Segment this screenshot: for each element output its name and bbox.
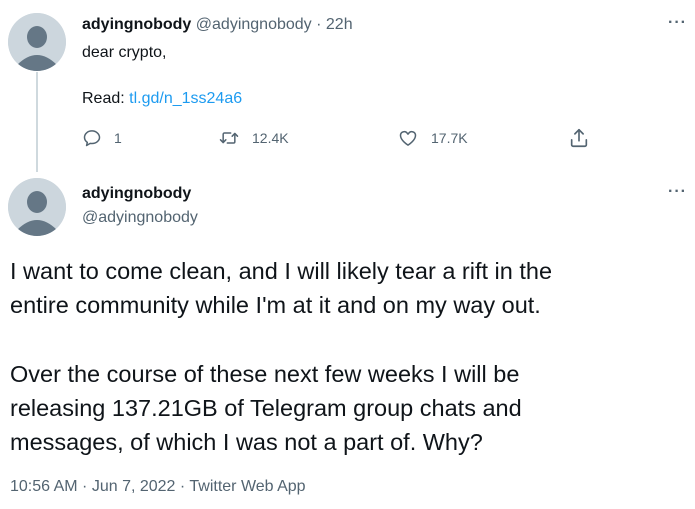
share-icon (570, 128, 588, 148)
retweet-icon (219, 132, 239, 144)
default-avatar-icon (8, 178, 66, 236)
tweet-body: dear crypto, (82, 44, 167, 61)
display-name[interactable]: adyingnobody (82, 16, 191, 33)
display-name[interactable]: adyingnobody (82, 183, 191, 205)
avatar[interactable] (8, 178, 66, 236)
retweet-button[interactable]: 12.4K (218, 126, 289, 150)
tweet-link[interactable]: tl.gd/n_1ss24a6 (129, 90, 242, 107)
tweet-text-line: Over the course of these next few weeks … (10, 361, 520, 387)
more-horizontal-icon[interactable]: ··· (668, 184, 687, 200)
handle[interactable]: @adyingnobody (82, 207, 198, 229)
handle[interactable]: @adyingnobody (196, 16, 312, 33)
tweet-text-line: entire community while I'm at it and on … (10, 292, 541, 318)
tweet-timestamp[interactable]: 10:56 AM · Jun 7, 2022 · Twitter Web App (10, 476, 306, 498)
like-button[interactable]: 17.7K (397, 126, 468, 150)
tweet-time[interactable]: 22h (326, 16, 353, 33)
share-button[interactable] (568, 126, 590, 150)
more-horizontal-icon[interactable]: ··· (668, 15, 687, 31)
default-avatar-icon (8, 13, 66, 71)
tweet-header: adyingnobody @adyingnobody · 22h (82, 14, 353, 36)
read-label: Read: (82, 90, 130, 107)
tweet-text-line: releasing 137.21GB of Telegram group cha… (10, 395, 522, 421)
tweet-text-line: messages, of which I was not a part of. … (10, 429, 483, 455)
reply-icon (83, 130, 101, 147)
reply-count: 1 (114, 130, 122, 146)
heart-icon (399, 130, 417, 146)
reply-button[interactable]: 1 (82, 126, 122, 150)
retweet-count: 12.4K (252, 130, 289, 146)
tweet-read-line: Read: tl.gd/n_1ss24a6 (82, 88, 242, 110)
separator: · (316, 16, 322, 33)
like-count: 17.7K (431, 130, 468, 146)
tweet-text-line: I want to come clean, and I will likely … (10, 258, 553, 284)
avatar[interactable] (8, 13, 66, 71)
thread-connector-line (36, 72, 38, 172)
